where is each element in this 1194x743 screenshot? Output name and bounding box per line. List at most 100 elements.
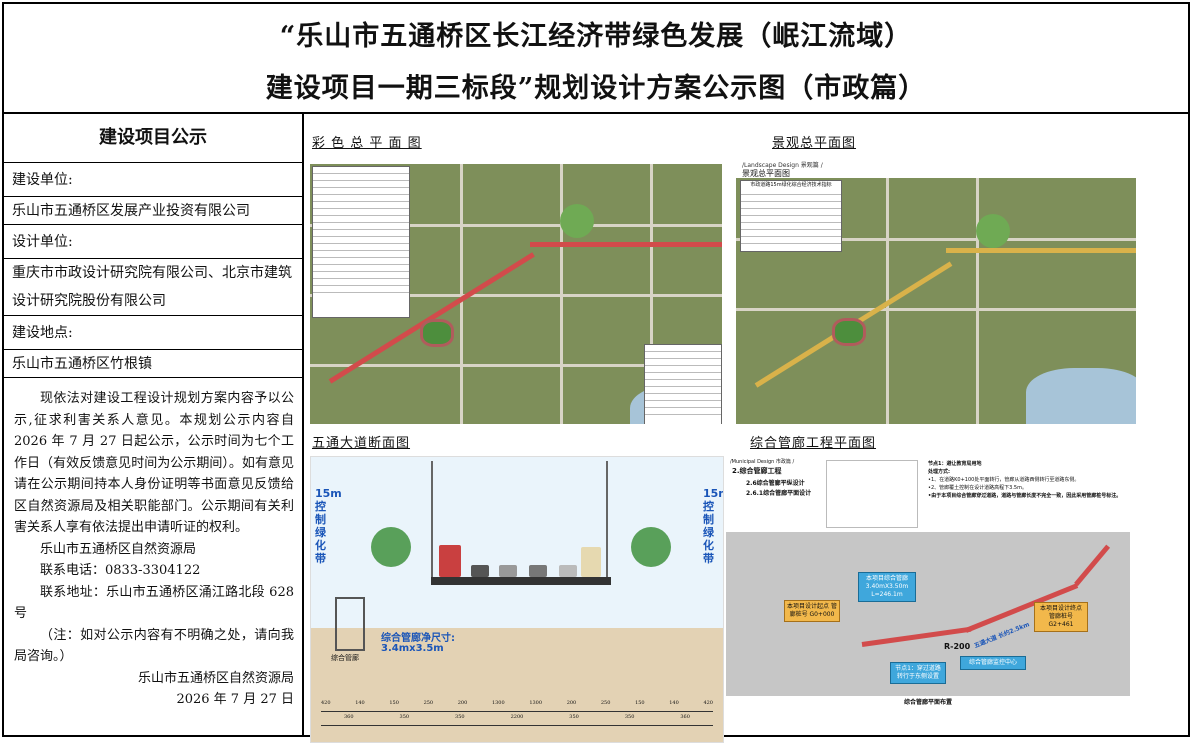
dimension-value: 350 (569, 714, 579, 720)
landscape-map: 市政道路15m绿化综合经济技术指标 (736, 178, 1136, 424)
dimension-value: 200 (566, 700, 577, 706)
pipe-gallery-plan: /Municipal Design 市政篇 / 2.综合管廊工程 2.6综合管廊… (726, 456, 1130, 706)
builder-label: 建设单位: (4, 163, 302, 197)
river (1026, 368, 1136, 424)
dimension-value: 200 (457, 700, 468, 706)
landscape-table-title: 市政道路15m绿化综合经济技术指标 (750, 182, 832, 188)
color-master-plan (310, 164, 722, 424)
park-area (560, 204, 594, 238)
callout-length: 本项目综合管廊 3.40mX3.50m L=246.1m (858, 572, 916, 602)
pipe-detail-sketch (826, 460, 918, 528)
designer-label: 设计单位: (4, 225, 302, 259)
landscape-master-plan: /Landscape Design 景观篇 / 景观总平面图 市政道路15m绿化… (732, 160, 1136, 424)
callout-node: 节点1：穿过道路转行于东侧设置 (890, 662, 946, 684)
green-belt-left: 15m控制绿化带 (315, 487, 342, 565)
sign-date: 2026 年 7 月 27 日 (176, 692, 294, 707)
dimension-value: 140 (355, 700, 365, 706)
green-belt-right: 15m控制绿化带 (703, 487, 723, 565)
callout-start: 本项目设计起点 管廊桩号 G0+000 (784, 600, 840, 622)
site-label: 建设地点: (4, 316, 302, 350)
contact-address: 联系地址：乐山市五通桥区涌江路北段 628 号 (14, 584, 294, 622)
color-plan-title: 彩 色 总 平 面 图 (312, 136, 422, 151)
road-deck (431, 577, 611, 585)
map-road (460, 164, 463, 424)
street-lamp (606, 461, 608, 581)
pipe-note-2: •2、管廊覆土控制在设计道路高程下3.5m。 (928, 485, 1027, 491)
dimension-value: 140 (669, 700, 679, 706)
drawings-area: 彩 色 总 平 面 图 景观总平面图 五通大道断面图 综合管廊工程平面图 /La… (304, 114, 1188, 743)
tree (631, 527, 671, 567)
title-block: “乐山市五通桥区长江经济带绿色发展（岷江流域） 建设项目一期三标段”规划设计方案… (4, 4, 1188, 114)
pipe-plan-title: 综合管廊工程平面图 (750, 436, 877, 451)
dimension-value: 250 (600, 700, 611, 706)
contact-phone: 联系电话：0833-3304122 (40, 563, 201, 578)
truck (439, 545, 461, 577)
pipe-note-3: •由于本项目综合管廊穿过道路，道路与管廊长度不完全一致，因此采用管廊桩号标注。 (928, 493, 1122, 499)
landscape-index-table: 市政道路15m绿化综合经济技术指标 (740, 180, 842, 252)
pipe-h3: 2.6.1综合管廊平面设计 (746, 490, 812, 497)
street-lamp (431, 461, 433, 581)
car (529, 565, 547, 577)
pipe-bottom-caption: 综合管廊平面布置 (903, 699, 952, 706)
stadium (420, 319, 454, 347)
project-road-line (530, 242, 722, 247)
car (471, 565, 489, 577)
control-center: 综合管廊监控中心 (960, 656, 1026, 670)
builder-value: 乐山市五通桥区发展产业投资有限公司 (4, 197, 302, 225)
pipe-h2: 2.6综合管廊平纵设计 (746, 480, 805, 487)
pipe-h1: 2.综合管廊工程 (732, 467, 782, 475)
radius-label: R-200 (944, 642, 971, 651)
callout-end: 本项目设计终点 管廊桩号 G2+461 (1034, 602, 1088, 632)
dimension-row-bottom: 360 350 350 2200 350 350 360 (321, 714, 713, 724)
pipe-gallery-box (335, 597, 365, 651)
pipe-size-label: 综合管廊净尺寸: (381, 633, 455, 644)
pipe-tag: /Municipal Design 市政篇 / (730, 459, 795, 465)
notice-body: 现依法对建设工程设计规划方案内容予以公示,征求利害关系人意见。本规划公示内容自 … (14, 391, 294, 535)
project-info-column: 建设项目公示 建设单位: 乐山市五通桥区发展产业投资有限公司 设计单位: 重庆市… (4, 114, 304, 735)
car (499, 565, 517, 577)
pipe-gallery-label: 综合管廊 (331, 654, 359, 662)
dimension-line-bottom (321, 725, 713, 726)
dimension-value: 350 (624, 714, 635, 720)
pipe-route (1074, 544, 1111, 587)
inquiry-note: （注：如对公示内容有不明确之处，请向我局咨询。） (14, 627, 294, 665)
dimension-value: 360 (343, 714, 354, 720)
pipe-size-value: 3.4mx3.5m (381, 643, 444, 654)
dimension-row-top: 420 140 150 250 200 1300 1300 200 250 150 140 420 (321, 700, 713, 710)
dimension-value: 250 (423, 700, 434, 706)
sign-org: 乐山市五通桥区自然资源局 (137, 670, 294, 686)
dimension-value: 2200 (510, 714, 524, 720)
road-section-drawing: 15m控制绿化带 15m控制绿化带 综合管廊 综合管廊净尺寸: 3.4mx3.5… (310, 456, 724, 743)
landscape-plan-title: 景观总平面图 (772, 136, 857, 151)
tree (371, 527, 411, 567)
dimension-value: 1300 (491, 700, 505, 706)
dimension-value: 350 (455, 714, 465, 720)
pipe-note-sub: 处理方式: (928, 469, 950, 475)
dimension-value: 1300 (529, 700, 543, 706)
tech-index-table-2 (644, 344, 722, 424)
map-road (560, 164, 563, 424)
landscape-road (946, 248, 1136, 253)
info-header: 建设项目公示 (4, 114, 302, 163)
map-road (736, 308, 1136, 311)
map-road (976, 178, 979, 424)
stadium (832, 318, 866, 346)
section-view-title: 五通大道断面图 (312, 436, 411, 451)
notice-text-block: 现依法对建设工程设计规划方案内容予以公示,征求利害关系人意见。本规划公示内容自 … (4, 378, 302, 711)
car (559, 565, 577, 577)
dimension-value: 150 (389, 700, 399, 706)
dimension-line-top (321, 711, 713, 712)
dimension-value: 420 (321, 700, 331, 706)
notice-board: “乐山市五通桥区长江经济带绿色发展（岷江流域） 建设项目一期三标段”规划设计方案… (2, 2, 1190, 743)
title-line-2: 建设项目一期三标段”规划设计方案公示图（市政篇） (265, 73, 927, 104)
pipe-note-title: 节点1：避让教育局用地 (928, 461, 982, 467)
dimension-value: 150 (635, 700, 645, 706)
pipe-notes: 节点1：避让教育局用地 处理方式: •1、在道路K0+100处平面转行，管廊从道… (928, 460, 1128, 500)
truck (581, 547, 601, 577)
dimension-value: 350 (399, 714, 410, 720)
pipe-note-1: •1、在道路K0+100处平面转行，管廊从道路西侧转行至道路东侧。 (928, 477, 1080, 483)
site-value: 乐山市五通桥区竹根镇 (4, 350, 302, 378)
dimension-value: 420 (703, 700, 713, 706)
dimension-value: 360 (680, 714, 690, 720)
title-line-1: “乐山市五通桥区长江经济带绿色发展（岷江流域） (279, 21, 913, 52)
